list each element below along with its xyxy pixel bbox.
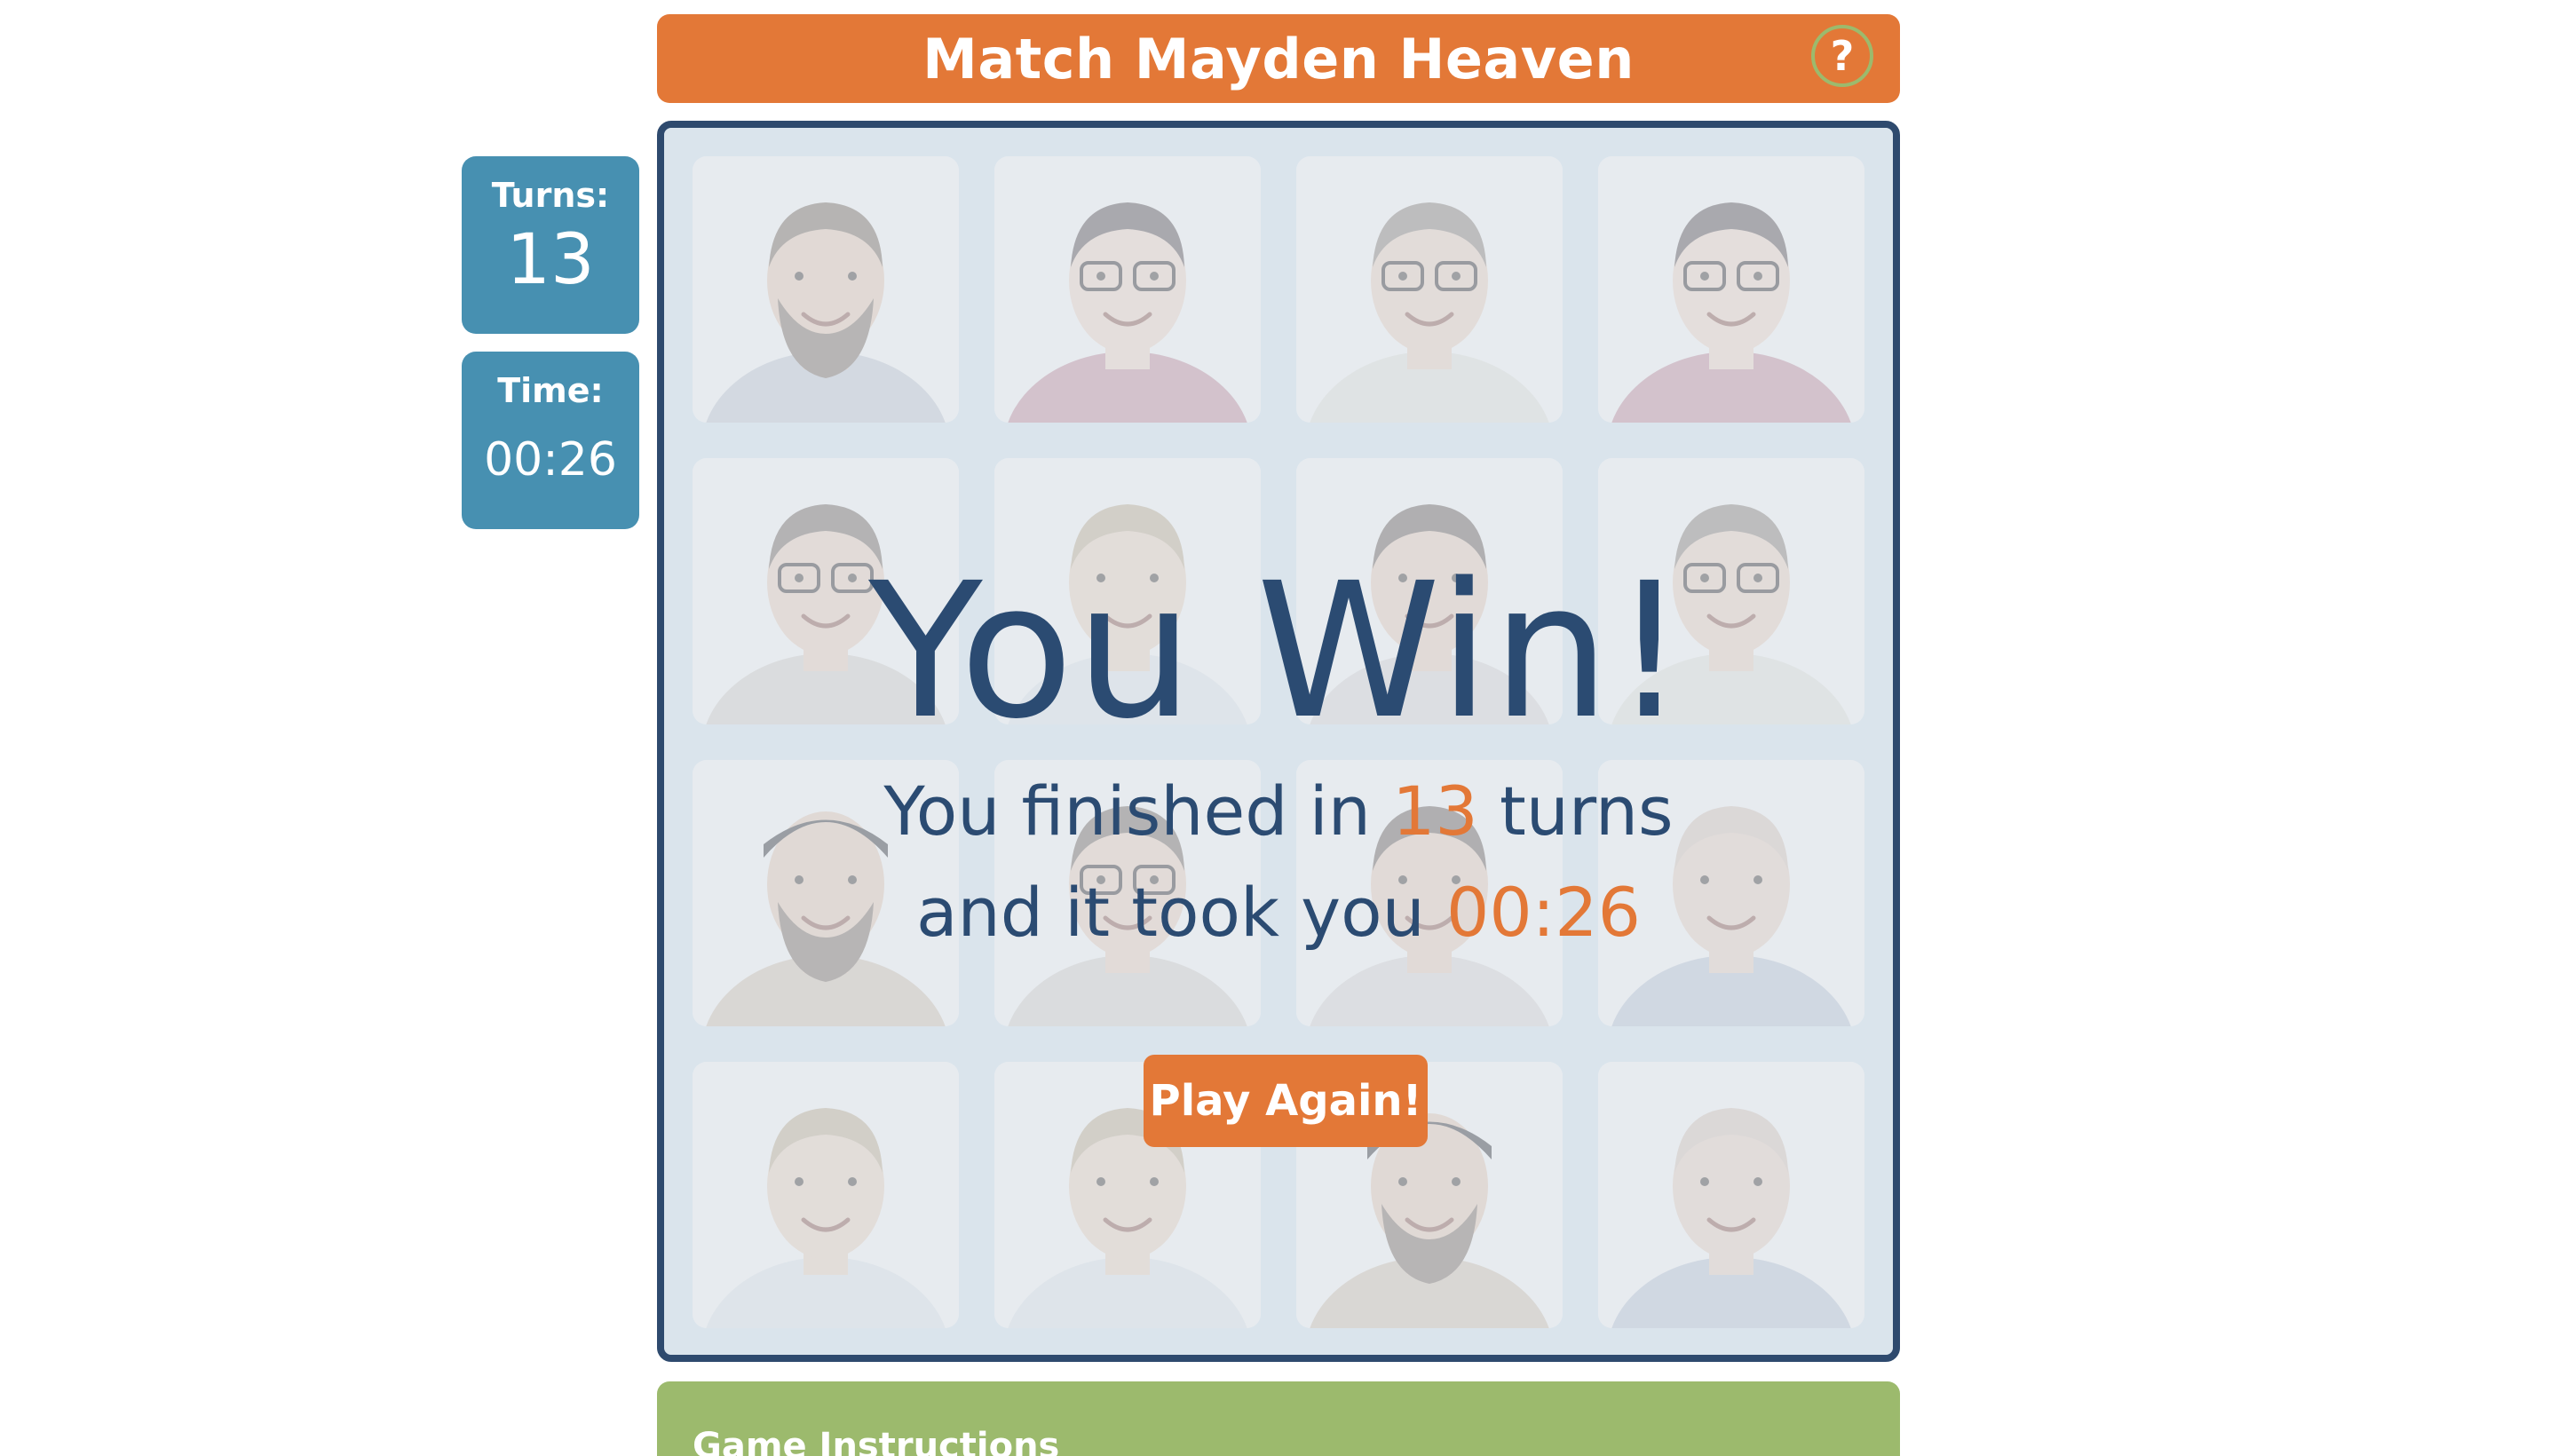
play-again-button[interactable]: Play Again! xyxy=(1144,1055,1428,1147)
help-button[interactable]: ? xyxy=(1811,25,1873,87)
win-turns-line: You finished in 13 turns xyxy=(664,767,1893,856)
title-bar: Match Mayden Heaven ? xyxy=(657,14,1900,103)
game-title: Match Mayden Heaven xyxy=(922,26,1635,91)
game-instructions-title: Game Instructions xyxy=(693,1426,1060,1456)
game-instructions-panel[interactable]: Game Instructions xyxy=(657,1381,1900,1456)
win-time-prefix: and it took you xyxy=(915,873,1446,952)
time-counter: Time: 00:26 xyxy=(462,352,639,529)
game-page: Match Mayden Heaven ? Turns: 13 Time: 00… xyxy=(0,0,2557,1456)
win-turns-value: 13 xyxy=(1392,772,1478,851)
turns-label: Turns: xyxy=(491,176,610,215)
win-time-value: 00:26 xyxy=(1445,873,1641,952)
time-value: 00:26 xyxy=(484,433,617,487)
win-title: You Win! xyxy=(868,542,1689,760)
win-turns-prefix: You finished in xyxy=(883,772,1393,851)
win-turns-suffix: turns xyxy=(1477,772,1674,851)
turns-value: 13 xyxy=(506,220,595,300)
win-time-line: and it took you 00:26 xyxy=(664,868,1893,957)
time-label: Time: xyxy=(497,371,604,410)
game-board: You Win! You finished in 13 turns and it… xyxy=(657,121,1900,1362)
turns-counter: Turns: 13 xyxy=(462,156,639,334)
question-mark-icon: ? xyxy=(1830,32,1855,80)
